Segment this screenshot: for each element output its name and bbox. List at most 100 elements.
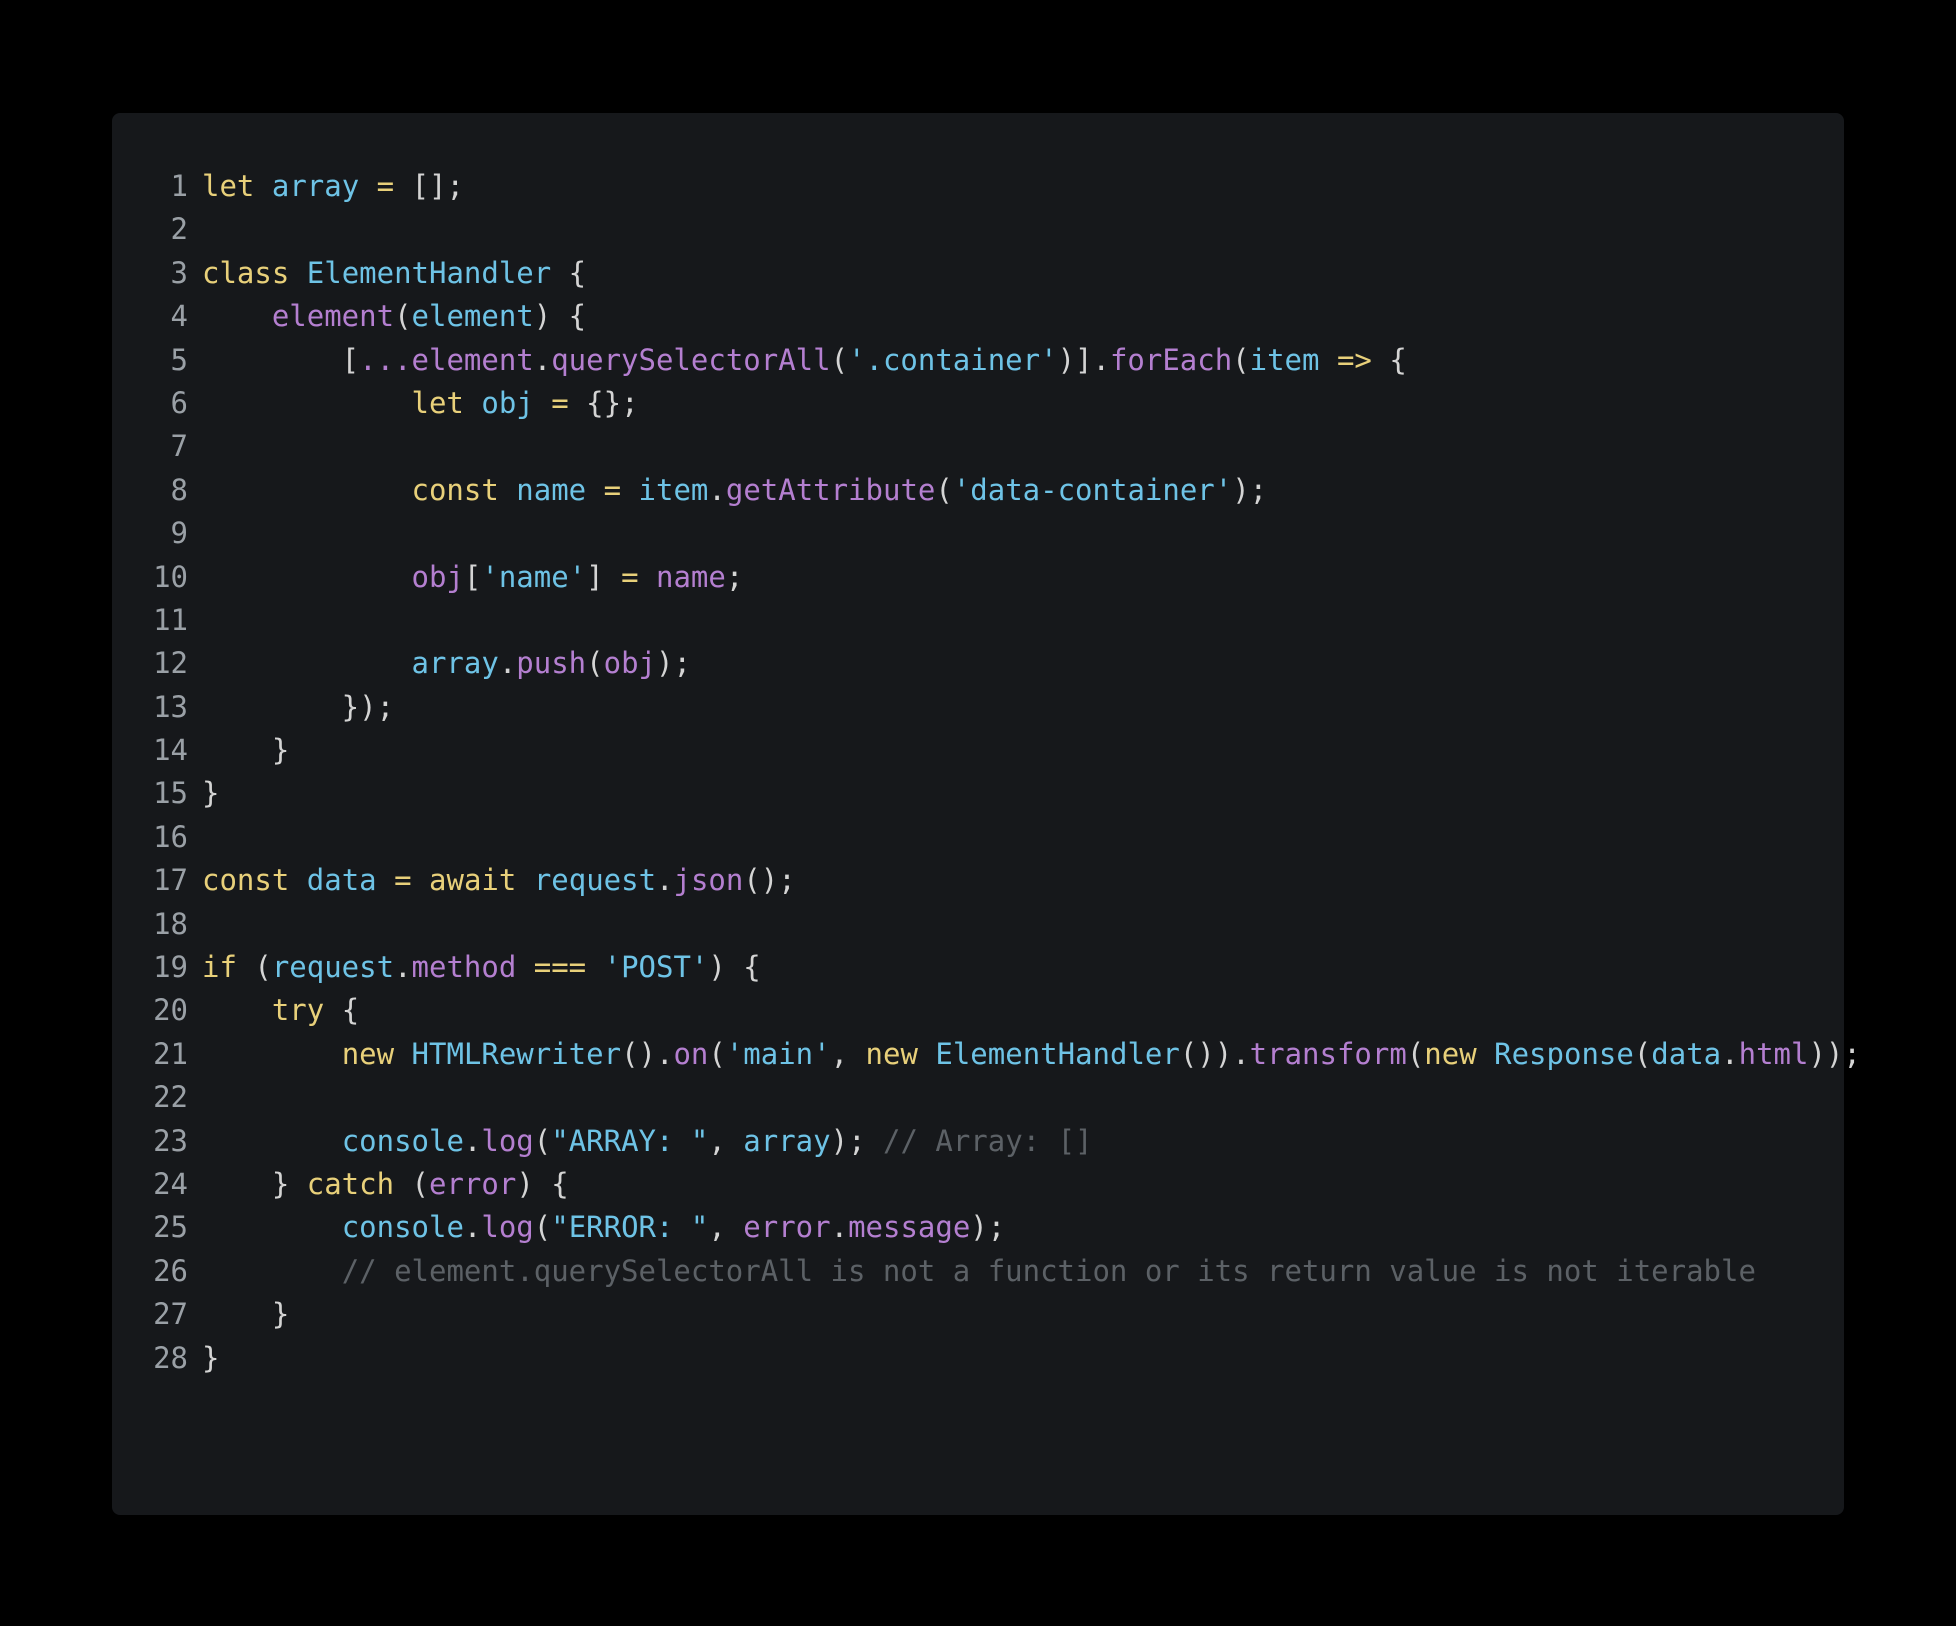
- code-token: )].: [1057, 342, 1110, 377]
- code-token: ,: [708, 1210, 744, 1245]
- line-source: // element.querySelectorAll is not a fun…: [202, 1250, 1844, 1293]
- code-token: ;: [725, 559, 744, 594]
- line-number: 7: [170, 429, 188, 464]
- code-line: 12 array.push(obj);: [112, 642, 1844, 685]
- code-token: obj: [411, 559, 464, 594]
- line-number: 12: [153, 646, 188, 681]
- code-token: Response: [1494, 1036, 1634, 1071]
- code-token: 'POST': [603, 950, 709, 985]
- code-token: (: [1406, 1036, 1425, 1071]
- code-token: obj: [481, 385, 534, 420]
- line-number: 2: [170, 212, 188, 247]
- code-line: 25 console.log("ERROR: ", error.message)…: [112, 1206, 1844, 1249]
- code-line: 2: [112, 208, 1844, 251]
- code-token: let: [411, 385, 464, 420]
- line-source: });: [202, 686, 1844, 729]
- code-token: ) {: [533, 299, 587, 334]
- line-source: [202, 512, 1844, 555]
- code-token: {};: [568, 385, 639, 420]
- line-source: let obj = {};: [202, 382, 1844, 425]
- line-number: 10: [153, 559, 188, 594]
- code-token: );: [830, 1123, 883, 1158]
- code-token: const: [411, 472, 499, 507]
- code-line: 21 new HTMLRewriter().on('main', new Ele…: [112, 1033, 1861, 1076]
- line-number: 24: [153, 1166, 188, 1201]
- code-token: ) {: [708, 950, 761, 985]
- code-line: 10 obj['name'] = name;: [112, 556, 1844, 599]
- code-line: 26 // element.querySelectorAll is not a …: [112, 1250, 1844, 1293]
- code-token: ));: [1808, 1036, 1861, 1071]
- code-line: 5 [...element.querySelectorAll('.contain…: [112, 339, 1844, 382]
- line-number: 18: [153, 906, 188, 941]
- code-token: ]: [586, 559, 622, 594]
- code-line: 16: [112, 816, 1844, 859]
- code-token: .: [1721, 1036, 1739, 1071]
- code-token: message: [848, 1210, 971, 1245]
- code-token: // element.querySelectorAll is not a fun…: [341, 1253, 1756, 1288]
- code-body[interactable]: 1 let array = []; 2 3 class ElementHandler {…: [112, 165, 1861, 1380]
- line-number: 16: [153, 819, 188, 854]
- code-token: new: [1424, 1036, 1477, 1071]
- code-token: ,: [830, 1036, 866, 1071]
- code-token: ElementHandler: [306, 255, 552, 290]
- line-number: 14: [153, 733, 188, 768]
- code-line: 19 if (request.method === 'POST') {: [112, 946, 1844, 989]
- code-token: data: [1651, 1036, 1722, 1071]
- line-source: const name = item.getAttribute('data-con…: [202, 469, 1844, 512]
- line-source: if (request.method === 'POST') {: [202, 946, 1844, 989]
- code-token: }: [202, 1340, 220, 1375]
- line-number: 27: [153, 1297, 188, 1332]
- code-token: element: [271, 299, 395, 334]
- code-token: =: [551, 385, 569, 420]
- code-token: element: [411, 299, 534, 334]
- code-token: method: [411, 950, 517, 985]
- line-source: array.push(obj);: [202, 642, 1844, 685]
- code-token: ElementHandler: [935, 1036, 1180, 1071]
- code-token: );: [1232, 472, 1268, 507]
- line-source: }: [202, 729, 1844, 772]
- code-token: [];: [394, 169, 464, 203]
- code-token: });: [202, 689, 395, 724]
- code-token: 'data-container': [952, 472, 1233, 507]
- code-token: );: [656, 646, 691, 681]
- code-token: ,: [708, 1123, 744, 1158]
- code-line: 8 const name = item.getAttribute('data-c…: [112, 469, 1844, 512]
- code-token: ().: [621, 1036, 674, 1071]
- code-token: // Array: []: [883, 1123, 1093, 1158]
- code-line: 17 const data = await request.json();: [112, 859, 1844, 902]
- code-line: 24 } catch (error) {: [112, 1163, 1844, 1206]
- code-token: (: [394, 299, 412, 334]
- code-token: new: [341, 1036, 395, 1071]
- code-token: data: [306, 863, 377, 898]
- code-line: 22: [112, 1076, 1844, 1119]
- code-token: await: [429, 863, 517, 898]
- code-token: ()).: [1179, 1036, 1250, 1071]
- code-token: array: [271, 169, 360, 203]
- code-token: item: [1249, 342, 1320, 377]
- code-token: element: [411, 342, 534, 377]
- line-number: 4: [170, 299, 188, 334]
- line-source: [202, 816, 1844, 859]
- line-source: } catch (error) {: [202, 1163, 1844, 1206]
- code-token: item: [638, 472, 709, 507]
- code-token: console: [341, 1123, 464, 1158]
- line-number: 26: [153, 1253, 188, 1288]
- line-number: 21: [153, 1036, 188, 1071]
- code-line: 23 console.log("ARRAY: ", array); // Arr…: [112, 1120, 1844, 1163]
- code-token: }: [202, 1297, 290, 1332]
- line-number: 5: [170, 342, 188, 377]
